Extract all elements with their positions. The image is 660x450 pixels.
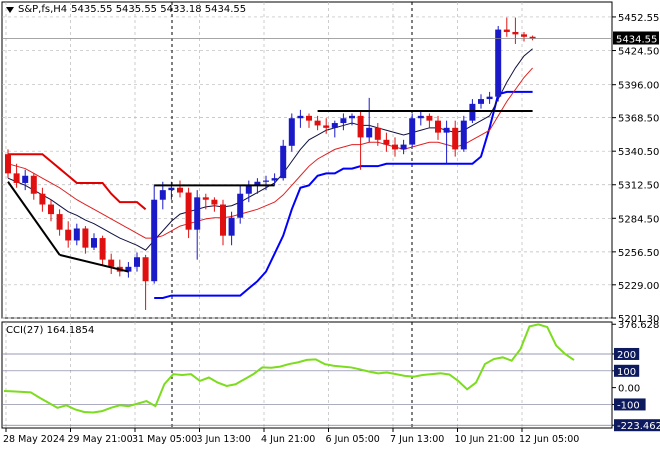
candle-bull xyxy=(443,127,450,133)
candle-bull xyxy=(263,180,269,182)
symbol-label: S&P,fs,H4 xyxy=(18,4,68,15)
chart-header: S&P,fs,H4 5435.55 5435.55 5433.18 5434.5… xyxy=(6,4,246,15)
candle-bull xyxy=(151,199,158,282)
cci-axis-label: -223.4621 xyxy=(617,421,660,432)
candle-bull xyxy=(245,185,252,194)
price-axis-label: 5368.50 xyxy=(618,114,659,125)
candle-bull xyxy=(366,127,373,138)
candle-bear xyxy=(142,257,149,282)
price-pane-frame xyxy=(1,1,613,319)
time-axis-label: 31 May 05:00 xyxy=(132,434,197,445)
cci-axis-label: 376.6283 xyxy=(618,320,660,331)
cci-axis-label: 100 xyxy=(617,367,636,378)
candle-bull xyxy=(271,178,278,181)
candle-bear xyxy=(383,139,390,145)
time-axis-label: 29 May 21:00 xyxy=(68,434,133,445)
price-axis-label: 5452.55 xyxy=(618,13,659,24)
time-axis-label: 10 Jun 21:00 xyxy=(455,434,515,445)
dropdown-arrow-icon[interactable] xyxy=(6,6,14,13)
candle-bull xyxy=(417,115,424,119)
candle-bear xyxy=(452,127,459,150)
candle-bear xyxy=(374,127,381,140)
price-axis-label: 5312.50 xyxy=(618,181,659,192)
candle-bear xyxy=(13,173,20,183)
time-axis-label: 12 Jun 05:00 xyxy=(519,434,579,445)
time-axis-label: 6 Jun 05:00 xyxy=(326,434,380,445)
candle-bull xyxy=(349,115,355,119)
chart-canvas: 5452.55 5424.50 5396.00 5368.50 5340.50 5312.… xyxy=(1,1,660,445)
price-axis-label: 5340.50 xyxy=(618,147,659,158)
candle-bull xyxy=(331,123,338,128)
candle-bull xyxy=(400,144,407,150)
candle-bear xyxy=(521,34,527,37)
candle-bull xyxy=(134,257,140,267)
candle-bear xyxy=(82,228,89,248)
candle-bear xyxy=(177,187,183,193)
candle-bull xyxy=(340,118,347,124)
candle-bull xyxy=(460,120,467,150)
candle-bear xyxy=(185,192,192,230)
candle-bear xyxy=(426,115,433,121)
candle-bear xyxy=(48,204,54,215)
price-axis-label: 5284.50 xyxy=(618,214,659,225)
candle-bull xyxy=(288,118,295,146)
time-axis-label: 4 Jun 21:00 xyxy=(261,434,315,445)
candle-bear xyxy=(56,214,63,230)
candle-bear xyxy=(108,259,115,267)
price-axis-label: 5424.50 xyxy=(618,47,659,58)
price-axis-label: 5229.00 xyxy=(618,281,659,292)
candle-bull xyxy=(22,175,29,183)
candle-bear xyxy=(323,125,330,128)
candle-bull xyxy=(297,115,304,119)
time-axis-label: 7 Jun 13:00 xyxy=(390,434,444,445)
candle-bear xyxy=(220,204,226,236)
candle-bear xyxy=(392,144,398,150)
candle-bear xyxy=(435,120,441,133)
candle-bull xyxy=(91,238,97,248)
candle-bear xyxy=(65,229,72,241)
candle-bull xyxy=(168,187,175,191)
candle-bull xyxy=(159,190,166,200)
time-axis-label: 3 Jun 13:00 xyxy=(197,434,251,445)
candle-bear xyxy=(357,115,364,138)
candle-bull xyxy=(495,29,502,97)
candle-bear xyxy=(5,154,11,174)
price-axis-label: 5256.50 xyxy=(618,248,659,259)
candle-bull xyxy=(228,217,235,236)
candle-bear xyxy=(202,197,209,200)
chart-root: 5452.55 5424.50 5396.00 5368.50 5340.50 5312.… xyxy=(0,0,660,450)
time-axis-label: 28 May 2024 xyxy=(3,434,65,445)
candle-bear xyxy=(39,193,46,205)
candle-bear xyxy=(512,31,519,35)
candle-bear xyxy=(306,115,312,121)
candle-bull xyxy=(280,145,287,179)
candle-bear xyxy=(314,120,321,126)
candle-bear xyxy=(99,238,106,260)
candle-bull xyxy=(73,228,80,241)
candle-bull xyxy=(194,197,201,230)
cci-axis-label: 0.00 xyxy=(618,384,640,395)
ohlc-values: 5435.55 5435.55 5433.18 5434.55 xyxy=(71,4,247,15)
candle-bull xyxy=(469,103,476,121)
candle-bull xyxy=(409,118,416,145)
candle-bear xyxy=(211,199,218,205)
price-axis-label: 5396.00 xyxy=(618,81,659,92)
candle-bear xyxy=(30,175,37,194)
cci-axis-label: -100 xyxy=(617,400,640,411)
candle-bull xyxy=(237,193,244,218)
candle-bull xyxy=(478,99,484,104)
candle-bear xyxy=(503,29,510,32)
cci-axis-label: 200 xyxy=(617,350,636,361)
candle-bull xyxy=(486,96,493,100)
current-price-tag-label: 5434.55 xyxy=(616,34,657,45)
indicator-label: CCI(27) 164.1854 xyxy=(6,325,95,336)
